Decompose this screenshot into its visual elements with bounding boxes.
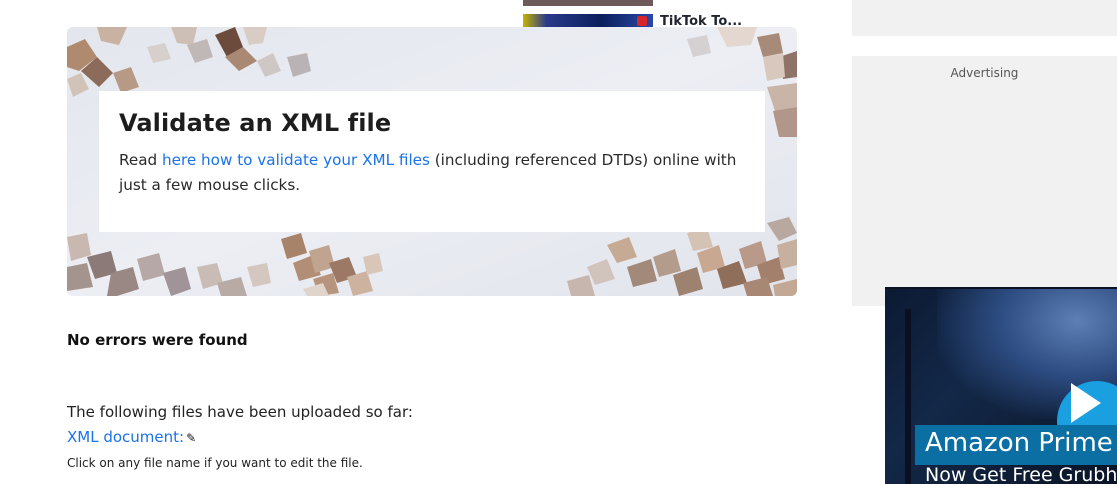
ad-slot-top (852, 0, 1117, 36)
validate-howto-link[interactable]: here how to validate your XML files (162, 151, 430, 169)
validate-banner: Validate an XML file Read here how to va… (67, 27, 797, 296)
uploaded-file-item: XML document: ✎ (67, 428, 196, 446)
video-ad[interactable]: Amazon Prime Now Get Free Grubh (885, 287, 1117, 484)
banner-title: Validate an XML file (119, 109, 392, 137)
play-icon[interactable] (1071, 383, 1101, 423)
thumbnail-badge (637, 16, 647, 26)
related-thumbnail-top[interactable] (523, 0, 653, 6)
ad-headline: Amazon Prime (925, 428, 1113, 458)
banner-description: Read here how to validate your XML files… (119, 148, 749, 198)
info-card: Validate an XML file Read here how to va… (99, 91, 765, 232)
ad-subline: Now Get Free Grubh (925, 464, 1117, 484)
banner-text-prefix: Read (119, 151, 162, 169)
video-frame-edge (905, 309, 911, 484)
uploaded-files-label: The following files have been uploaded s… (67, 403, 413, 421)
edit-hint: Click on any file name if you want to ed… (67, 456, 363, 470)
xml-document-link[interactable]: XML document: (67, 428, 184, 446)
ad-slot[interactable]: Advertising (852, 56, 1117, 306)
validation-status: No errors were found (67, 331, 248, 349)
pencil-icon[interactable]: ✎ (186, 431, 196, 445)
ad-label: Advertising (950, 66, 1019, 80)
